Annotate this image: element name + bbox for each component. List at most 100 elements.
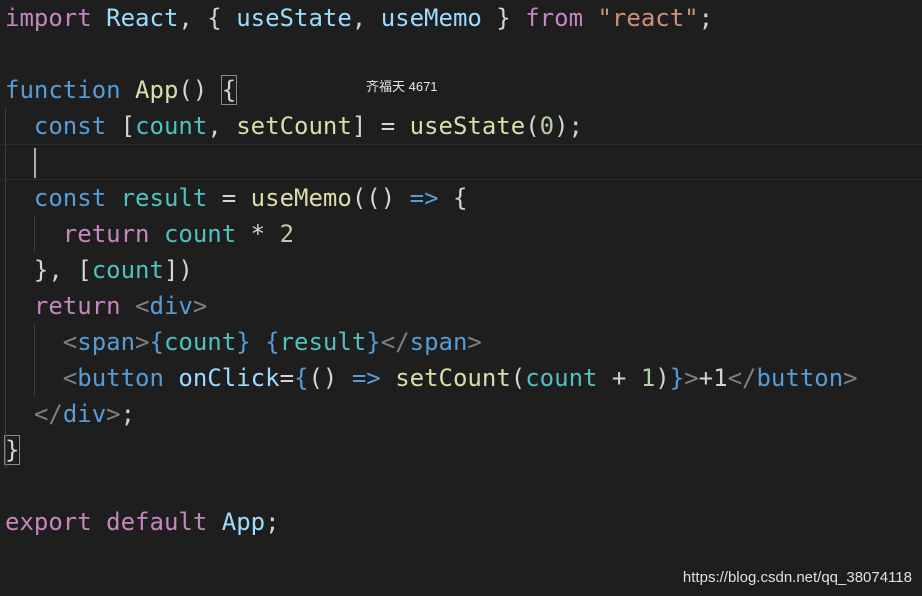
code-token: ; bbox=[265, 508, 280, 536]
code-token: } bbox=[236, 328, 251, 356]
code-token: +1 bbox=[698, 364, 728, 392]
indent-guide bbox=[34, 324, 35, 360]
code-line[interactable]: <button onClick={() => setCount(count + … bbox=[5, 360, 922, 396]
code-token: = bbox=[279, 364, 295, 392]
code-token: + bbox=[597, 364, 641, 392]
code-token: < bbox=[62, 328, 78, 356]
code-token: } bbox=[366, 328, 381, 356]
code-token: { bbox=[149, 328, 164, 356]
code-token: < bbox=[62, 364, 78, 392]
code-token: default bbox=[106, 508, 208, 536]
code-token: result bbox=[120, 184, 208, 212]
code-token: } bbox=[481, 4, 526, 32]
indent-guide bbox=[5, 396, 6, 432]
code-token: span bbox=[77, 328, 136, 356]
indent-guide bbox=[5, 252, 6, 288]
indent-guide bbox=[5, 360, 6, 396]
code-token: ; bbox=[698, 4, 714, 32]
code-token: button bbox=[756, 364, 844, 392]
code-token: , bbox=[207, 112, 237, 140]
code-token: > bbox=[467, 328, 482, 356]
code-token: onClick bbox=[178, 364, 280, 392]
code-token: , bbox=[351, 4, 381, 32]
code-token: import bbox=[5, 4, 92, 32]
code-token: count bbox=[163, 220, 237, 248]
code-token: } bbox=[669, 364, 685, 392]
code-token: 2 bbox=[279, 220, 295, 248]
code-token: setCount bbox=[236, 112, 352, 140]
code-line[interactable]: }, [count]) bbox=[5, 252, 922, 288]
indent-guide bbox=[5, 324, 6, 360]
code-token: => bbox=[409, 184, 439, 212]
code-editor[interactable]: import React, { useState, useMemo } from… bbox=[0, 0, 922, 540]
overlay-label: 齐福天 4671 bbox=[366, 79, 438, 94]
indent-guide bbox=[34, 216, 35, 252]
code-token: ) bbox=[655, 364, 670, 392]
code-token: export bbox=[5, 508, 92, 536]
code-line[interactable]: export default App; bbox=[5, 504, 922, 540]
code-token: "react" bbox=[597, 4, 699, 32]
code-token: > bbox=[843, 364, 858, 392]
code-token: { bbox=[265, 328, 280, 356]
code-token: < bbox=[135, 292, 150, 320]
code-token: result bbox=[279, 328, 367, 356]
code-token: button bbox=[77, 364, 164, 392]
code-line[interactable]: } bbox=[3, 432, 922, 468]
code-line[interactable] bbox=[5, 36, 922, 72]
indent-guide bbox=[5, 216, 6, 252]
code-line[interactable]: import React, { useState, useMemo } from… bbox=[5, 0, 922, 36]
code-token: App bbox=[221, 508, 266, 536]
code-token: } bbox=[3, 435, 21, 465]
indent-guide bbox=[5, 145, 6, 179]
code-token: 1 bbox=[640, 364, 656, 392]
code-token: span bbox=[409, 328, 468, 356]
code-token: React bbox=[106, 4, 179, 32]
code-line[interactable]: return <div> bbox=[5, 288, 922, 324]
code-token: return bbox=[33, 292, 121, 320]
code-token: function bbox=[5, 76, 121, 104]
code-line[interactable]: function App() { bbox=[5, 72, 922, 108]
code-token: </ bbox=[33, 400, 63, 428]
code-token: (() bbox=[351, 184, 410, 212]
code-token: useMemo bbox=[380, 4, 482, 32]
code-token: 0 bbox=[539, 112, 555, 140]
code-token: { bbox=[220, 75, 238, 105]
code-token: > bbox=[135, 328, 150, 356]
code-token: = bbox=[207, 184, 251, 212]
code-line[interactable]: return count * 2 bbox=[5, 216, 922, 252]
code-token: [ bbox=[106, 112, 136, 140]
indent-guide bbox=[34, 360, 35, 396]
code-token: ] = bbox=[351, 112, 410, 140]
code-token: useState bbox=[236, 4, 352, 32]
code-token: () bbox=[178, 76, 222, 104]
code-line[interactable]: <span>{count} {result}</span> bbox=[5, 324, 922, 360]
code-line[interactable]: </div>; bbox=[5, 396, 922, 432]
code-line[interactable] bbox=[5, 468, 922, 504]
code-line[interactable]: const result = useMemo(() => { bbox=[5, 180, 922, 216]
code-token: </ bbox=[380, 328, 410, 356]
indent-guide bbox=[5, 288, 6, 324]
code-line[interactable] bbox=[0, 144, 922, 180]
code-token: > bbox=[192, 292, 208, 320]
code-line[interactable]: const [count, setCount] = useState(0); bbox=[5, 108, 922, 144]
indent-guide bbox=[5, 432, 6, 468]
code-token: }, [ bbox=[5, 256, 92, 284]
code-token: => bbox=[351, 364, 381, 392]
code-token: { bbox=[294, 364, 309, 392]
code-token: ( bbox=[510, 364, 526, 392]
code-token: () bbox=[308, 364, 352, 392]
code-token: </ bbox=[727, 364, 757, 392]
